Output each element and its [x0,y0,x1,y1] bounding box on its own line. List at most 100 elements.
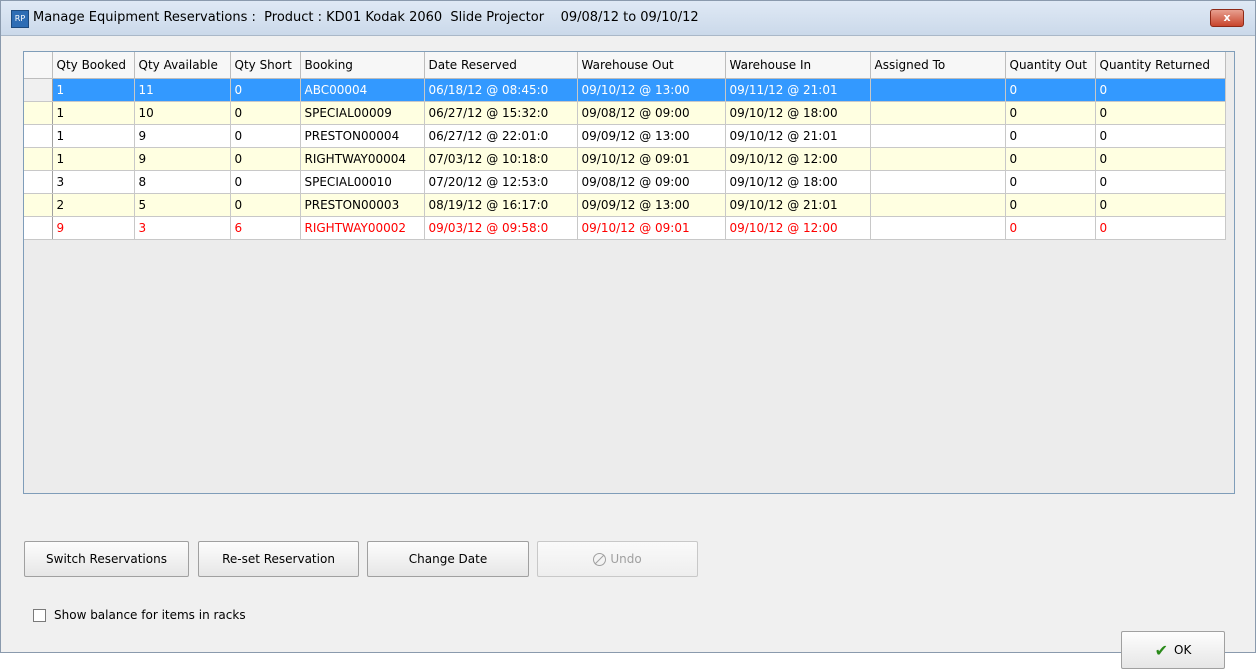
table-cell[interactable]: PRESTON00004 [300,124,425,148]
row-selector[interactable] [24,101,53,125]
row-selector[interactable] [24,147,53,171]
table-cell[interactable]: 1 [52,101,135,125]
undo-button[interactable]: Undo [537,541,698,577]
table-cell[interactable]: 0 [1005,170,1096,194]
table-cell[interactable]: 09/10/12 @ 18:00 [725,170,871,194]
table-cell[interactable]: 06/18/12 @ 08:45:0 [424,78,578,102]
column-header-date-reserved[interactable]: Date Reserved [424,52,578,79]
row-selector[interactable] [24,170,53,194]
table-cell[interactable]: 1 [52,78,135,102]
table-cell[interactable]: 0 [230,193,301,217]
table-cell[interactable]: 9 [134,147,231,171]
row-selector[interactable] [24,124,53,148]
table-cell[interactable]: 06/27/12 @ 15:32:0 [424,101,578,125]
table-cell[interactable]: 0 [1005,78,1096,102]
change-date-button[interactable]: Change Date [367,541,529,577]
table-cell[interactable]: 09/10/12 @ 12:00 [725,147,871,171]
table-cell[interactable] [870,124,1006,148]
table-cell[interactable]: 09/11/12 @ 21:01 [725,78,871,102]
show-balance-option[interactable]: Show balance for items in racks [33,608,246,622]
table-cell[interactable]: 09/09/12 @ 13:00 [577,193,726,217]
row-selector[interactable] [24,216,53,240]
table-cell[interactable]: SPECIAL00010 [300,170,425,194]
table-row[interactable]: 9 3 6 RIGHTWAY00002 09/03/12 @ 09:58:0 09/10/… [24,216,1226,240]
table-cell[interactable]: 0 [230,147,301,171]
table-cell[interactable]: 5 [134,193,231,217]
table-cell[interactable] [870,101,1006,125]
row-selector[interactable] [24,193,53,217]
switch-reservations-button[interactable]: Switch Reservations [24,541,189,577]
column-header-qty-booked[interactable]: Qty Booked [52,52,135,79]
table-cell[interactable] [870,78,1006,102]
reservations-grid[interactable]: Qty Booked Qty Available Qty Short Booki… [23,51,1235,494]
table-cell[interactable]: 9 [134,124,231,148]
table-cell[interactable]: 06/27/12 @ 22:01:0 [424,124,578,148]
column-header-warehouse-in[interactable]: Warehouse In [725,52,871,79]
table-cell[interactable]: 09/08/12 @ 09:00 [577,101,726,125]
column-header-warehouse-out[interactable]: Warehouse Out [577,52,726,79]
table-cell[interactable]: 09/10/12 @ 09:01 [577,147,726,171]
table-cell[interactable]: 6 [230,216,301,240]
table-cell[interactable]: 3 [52,170,135,194]
table-cell[interactable]: RIGHTWAY00004 [300,147,425,171]
table-cell[interactable]: 09/10/12 @ 13:00 [577,78,726,102]
table-cell[interactable]: 09/10/12 @ 18:00 [725,101,871,125]
table-cell[interactable]: 0 [1005,124,1096,148]
table-cell[interactable]: 3 [134,216,231,240]
table-cell[interactable]: 09/03/12 @ 09:58:0 [424,216,578,240]
table-cell[interactable]: 09/10/12 @ 21:01 [725,124,871,148]
table-cell[interactable]: 0 [230,78,301,102]
table-cell[interactable]: 0 [1095,170,1226,194]
table-row[interactable]: 1 9 0 PRESTON00004 06/27/12 @ 22:01:0 09/09/1… [24,124,1226,148]
table-cell[interactable]: 0 [1095,101,1226,125]
table-cell[interactable]: RIGHTWAY00002 [300,216,425,240]
column-header-qty-short[interactable]: Qty Short [230,52,301,79]
table-cell[interactable]: ABC00004 [300,78,425,102]
column-header-quantity-returned[interactable]: Quantity Returned [1095,52,1226,79]
ok-button[interactable]: ✔ OK [1121,631,1225,669]
show-balance-checkbox[interactable] [33,608,46,622]
table-cell[interactable]: 0 [1095,78,1226,102]
table-cell[interactable]: 10 [134,101,231,125]
table-cell[interactable] [870,193,1006,217]
table-cell[interactable]: 09/09/12 @ 13:00 [577,124,726,148]
table-cell[interactable]: 8 [134,170,231,194]
title-bar[interactable]: RP Manage Equipment Reservations : Produ… [1,1,1255,36]
table-cell[interactable]: 0 [230,101,301,125]
column-header-booking[interactable]: Booking [300,52,425,79]
table-cell[interactable]: 09/10/12 @ 21:01 [725,193,871,217]
table-row[interactable]: 3 8 0 SPECIAL00010 07/20/12 @ 12:53:0 09/08/1… [24,170,1226,194]
table-cell[interactable]: 0 [1005,193,1096,217]
table-cell[interactable]: 09/10/12 @ 12:00 [725,216,871,240]
table-cell[interactable]: 08/19/12 @ 16:17:0 [424,193,578,217]
reset-reservation-button[interactable]: Re-set Reservation [198,541,359,577]
column-header-qty-available[interactable]: Qty Available [134,52,231,79]
table-cell[interactable]: 2 [52,193,135,217]
table-cell[interactable]: 0 [1095,147,1226,171]
column-header-quantity-out[interactable]: Quantity Out [1005,52,1096,79]
table-row[interactable]: 2 5 0 PRESTON00003 08/19/12 @ 16:17:0 09/09/1… [24,193,1226,217]
table-cell[interactable]: 09/10/12 @ 09:01 [577,216,726,240]
table-cell[interactable]: 9 [52,216,135,240]
table-row[interactable]: 1 11 0 ABC00004 06/18/12 @ 08:45:0 09/10/12 @… [24,78,1226,102]
table-cell[interactable]: 0 [1005,216,1096,240]
row-selector[interactable] [24,78,53,102]
table-cell[interactable]: 0 [1095,193,1226,217]
table-cell[interactable]: 1 [52,124,135,148]
table-cell[interactable]: 0 [1005,147,1096,171]
table-cell[interactable]: 0 [230,124,301,148]
table-row[interactable]: 1 10 0 SPECIAL00009 06/27/12 @ 15:32:0 09/08/… [24,101,1226,125]
table-cell[interactable]: PRESTON00003 [300,193,425,217]
table-cell[interactable]: 11 [134,78,231,102]
table-cell[interactable]: 09/08/12 @ 09:00 [577,170,726,194]
row-selector-header[interactable] [24,52,53,79]
table-cell[interactable]: 0 [1095,216,1226,240]
table-cell[interactable]: SPECIAL00009 [300,101,425,125]
column-header-assigned-to[interactable]: Assigned To [870,52,1006,79]
table-cell[interactable]: 0 [1005,101,1096,125]
table-cell[interactable]: 07/03/12 @ 10:18:0 [424,147,578,171]
table-cell[interactable]: 0 [230,170,301,194]
table-cell[interactable] [870,170,1006,194]
table-cell[interactable] [870,147,1006,171]
table-cell[interactable] [870,216,1006,240]
